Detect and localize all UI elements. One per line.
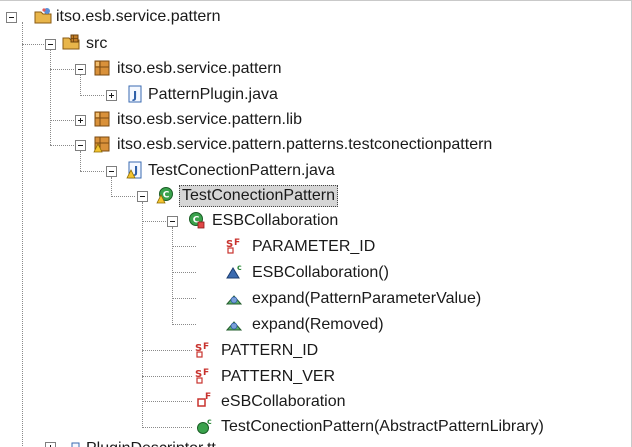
tree-item-expand-removed[interactable]: expand(Removed) xyxy=(252,314,384,336)
static-final-field-icon: SF xyxy=(195,340,213,358)
tree-line xyxy=(50,47,51,145)
tree-line xyxy=(80,95,104,96)
tree-item-label: PARAMETER_ID xyxy=(252,238,376,255)
tree-item-project[interactable]: itso.esb.service.pattern xyxy=(56,6,221,28)
package-icon xyxy=(93,110,111,128)
tree-line xyxy=(172,227,173,325)
svg-text:J: J xyxy=(132,89,137,102)
tree-item-label: PatternPlugin.java xyxy=(148,86,278,103)
tree-line xyxy=(80,74,81,96)
tree-line xyxy=(142,221,166,222)
tree-line xyxy=(111,177,112,197)
svg-text:F: F xyxy=(203,342,209,352)
package-warning-icon xyxy=(93,135,111,153)
tree-line xyxy=(50,120,74,121)
tree-line xyxy=(172,324,196,325)
tree-item-param-id[interactable]: PARAMETER_ID xyxy=(252,236,375,258)
svg-text:F: F xyxy=(234,238,240,248)
tree-item-label: eSBCollaboration xyxy=(221,393,346,410)
tree-item-label: PluginDescriptor.tt xyxy=(86,439,216,447)
collapse-toggle-pkg-main[interactable] xyxy=(75,64,86,75)
collapse-toggle-inner-class[interactable] xyxy=(167,216,178,227)
tree-item-expand-value[interactable]: expand(PatternParameterValue) xyxy=(252,288,481,310)
tree-item-esb-collab-field[interactable]: eSBCollaboration xyxy=(221,391,346,413)
svg-text:c: c xyxy=(207,417,212,426)
tree-item-class-pattern[interactable]: TestConectionPattern xyxy=(179,185,338,207)
collapse-toggle-file-pattern[interactable] xyxy=(106,166,117,177)
method-icon xyxy=(226,288,244,306)
svg-text:F: F xyxy=(205,392,211,402)
tree-line xyxy=(142,401,192,402)
tree-item-pattern-plugin[interactable]: PatternPlugin.java xyxy=(148,84,278,106)
tree-item-label-selected: TestConectionPattern xyxy=(179,185,338,207)
tree-line xyxy=(142,350,192,351)
svg-text:C: C xyxy=(163,191,170,201)
file-warning-icon xyxy=(62,440,80,447)
tree-line xyxy=(142,376,192,377)
tree-item-label: itso.esb.service.pattern.patterns.testco… xyxy=(117,136,493,153)
inner-class-icon: C xyxy=(187,211,205,229)
tree-line xyxy=(50,69,74,70)
java-file-icon: J xyxy=(126,85,144,103)
private-field-icon: F xyxy=(195,391,213,409)
source-folder-icon xyxy=(62,33,80,51)
tree-line xyxy=(111,196,135,197)
package-explorer-tree: itso.esb.service.pattern src itso.esb.se… xyxy=(0,0,632,447)
tree-item-ctor-collab[interactable]: ESBCollaboration() xyxy=(252,262,389,284)
tree-item-ctor-pattern[interactable]: TestConectionPattern(AbstractPatternLibr… xyxy=(221,416,544,438)
expand-toggle-next-item[interactable] xyxy=(45,442,56,447)
collapse-toggle-pkg-patterns[interactable] xyxy=(75,140,86,151)
tree-item-pattern-id[interactable]: PATTERN_ID xyxy=(221,340,318,362)
method-icon xyxy=(226,314,244,332)
static-final-field-icon: SF xyxy=(195,366,213,384)
tree-item-label: ESBCollaboration xyxy=(212,212,339,229)
tree-item-pkg-patterns[interactable]: itso.esb.service.pattern.patterns.testco… xyxy=(117,134,492,156)
tree-item-src[interactable]: src xyxy=(86,33,107,55)
expand-toggle-pattern-plugin[interactable] xyxy=(106,90,117,101)
tree-item-label: PATTERN_ID xyxy=(221,342,319,359)
tree-item-pkg-lib[interactable]: itso.esb.service.pattern.lib xyxy=(117,109,302,131)
svg-text:c: c xyxy=(237,263,242,272)
svg-text:F: F xyxy=(203,368,209,378)
tree-item-label: expand(PatternParameterValue) xyxy=(252,290,482,307)
tree-line xyxy=(142,427,192,428)
tree-item-label: itso.esb.service.pattern xyxy=(117,60,282,77)
package-icon xyxy=(93,59,111,77)
java-project-icon xyxy=(34,7,52,25)
expand-toggle-pkg-lib[interactable] xyxy=(75,115,86,126)
tree-item-pattern-ver[interactable]: PATTERN_VER xyxy=(221,366,335,388)
collapse-toggle-src[interactable] xyxy=(45,39,56,50)
tree-line xyxy=(22,44,46,45)
tree-line xyxy=(50,145,74,146)
static-final-field-icon: SF xyxy=(226,236,244,254)
constructor-icon: c xyxy=(226,262,244,280)
tree-item-label: PATTERN_VER xyxy=(221,368,336,385)
tree-item-label: itso.esb.service.pattern xyxy=(56,8,221,25)
tree-item-file-pattern[interactable]: TestConectionPattern.java xyxy=(148,160,335,182)
tree-item-label: TestConectionPattern(AbstractPatternLibr… xyxy=(221,418,544,435)
tree-line xyxy=(80,171,104,172)
collapse-toggle-class-pattern[interactable] xyxy=(137,191,148,202)
tree-item-pkg-main[interactable]: itso.esb.service.pattern xyxy=(117,58,282,80)
tree-item-label: expand(Removed) xyxy=(252,316,384,333)
collapse-toggle-project[interactable] xyxy=(6,12,17,23)
tree-line xyxy=(22,22,23,447)
java-file-warning-icon: J xyxy=(126,161,144,179)
tree-item-label: itso.esb.service.pattern.lib xyxy=(117,111,302,128)
public-constructor-icon: c xyxy=(195,417,213,435)
tree-line xyxy=(172,298,196,299)
tree-top-border xyxy=(0,0,632,1)
tree-item-label: TestConectionPattern.java xyxy=(148,162,335,179)
tree-item-inner-class[interactable]: ESBCollaboration xyxy=(212,210,338,232)
class-warning-icon: C xyxy=(156,186,174,204)
tree-line xyxy=(172,246,196,247)
tree-item-label: src xyxy=(86,35,108,52)
tree-line xyxy=(142,202,143,428)
tree-item-label: ESBCollaboration() xyxy=(252,264,389,281)
tree-item-next-partial[interactable]: PluginDescriptor.tt xyxy=(86,438,216,447)
tree-line xyxy=(80,151,81,171)
tree-line xyxy=(172,272,196,273)
